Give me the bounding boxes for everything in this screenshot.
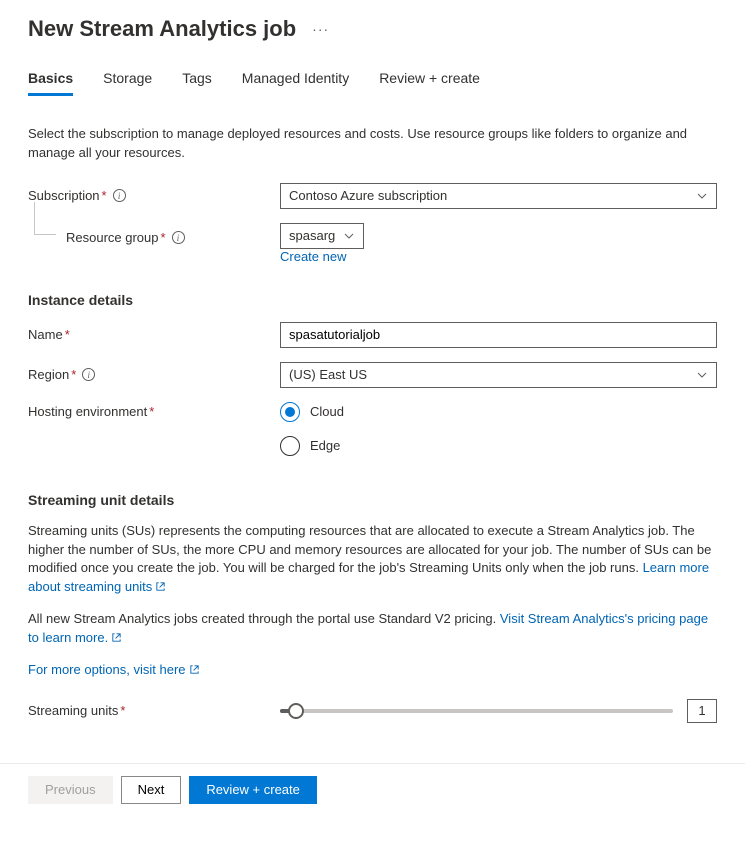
- wizard-tabs: Basics Storage Tags Managed Identity Rev…: [28, 64, 717, 97]
- required-asterisk: *: [65, 327, 70, 342]
- create-new-resource-group-link[interactable]: Create new: [280, 249, 346, 264]
- tab-managed-identity[interactable]: Managed Identity: [242, 64, 349, 96]
- hosting-row: Hosting environment * Cloud Edge: [28, 402, 717, 456]
- tab-review-create[interactable]: Review + create: [379, 64, 480, 96]
- slider-thumb[interactable]: [288, 703, 304, 719]
- radio-checked-icon: [280, 402, 300, 422]
- tab-basics[interactable]: Basics: [28, 64, 73, 96]
- info-icon[interactable]: i: [82, 368, 95, 381]
- more-actions-icon[interactable]: ···: [312, 21, 329, 37]
- region-value: (US) East US: [289, 367, 367, 382]
- name-input[interactable]: [280, 322, 717, 348]
- streaming-para2-text: All new Stream Analytics jobs created th…: [28, 611, 500, 626]
- name-row: Name *: [28, 322, 717, 348]
- more-options-row: For more options, visit here: [28, 661, 717, 681]
- streaming-units-row: Streaming units * 1: [28, 699, 717, 723]
- chevron-down-icon: [696, 190, 708, 202]
- external-link-icon: [189, 662, 200, 681]
- hosting-option-cloud[interactable]: Cloud: [280, 402, 717, 422]
- info-icon[interactable]: i: [172, 231, 185, 244]
- streaming-units-slider[interactable]: [280, 709, 673, 713]
- hosting-label: Hosting environment: [28, 404, 147, 419]
- required-asterisk: *: [120, 703, 125, 718]
- next-button[interactable]: Next: [121, 776, 182, 804]
- streaming-paragraph-2: All new Stream Analytics jobs created th…: [28, 610, 717, 649]
- resource-group-dropdown[interactable]: spasarg: [280, 223, 364, 249]
- resource-group-value: spasarg: [289, 228, 335, 243]
- tab-tags[interactable]: Tags: [182, 64, 212, 96]
- region-label: Region: [28, 367, 69, 382]
- previous-button: Previous: [28, 776, 113, 804]
- streaming-units-label: Streaming units: [28, 703, 118, 718]
- wizard-footer: Previous Next Review + create: [0, 763, 745, 816]
- chevron-down-icon: [696, 369, 708, 381]
- external-link-icon: [111, 630, 122, 649]
- instance-details-heading: Instance details: [28, 292, 717, 308]
- tab-storage[interactable]: Storage: [103, 64, 152, 96]
- streaming-units-value[interactable]: 1: [687, 699, 717, 723]
- hosting-option-edge[interactable]: Edge: [280, 436, 717, 456]
- review-create-button[interactable]: Review + create: [189, 776, 317, 804]
- region-row: Region * i (US) East US: [28, 362, 717, 388]
- required-asterisk: *: [102, 188, 107, 203]
- subscription-row: Subscription * i Contoso Azure subscript…: [28, 183, 717, 209]
- create-new-row: Create new: [28, 249, 717, 264]
- radio-unchecked-icon: [280, 436, 300, 456]
- more-options-link[interactable]: For more options, visit here: [28, 662, 200, 677]
- name-label: Name: [28, 327, 63, 342]
- tree-connector: [28, 202, 66, 242]
- info-icon[interactable]: i: [113, 189, 126, 202]
- chevron-down-icon: [343, 230, 355, 242]
- streaming-para1-text: Streaming units (SUs) represents the com…: [28, 523, 711, 576]
- required-asterisk: *: [161, 230, 166, 245]
- region-dropdown[interactable]: (US) East US: [280, 362, 717, 388]
- subscription-dropdown[interactable]: Contoso Azure subscription: [280, 183, 717, 209]
- required-asterisk: *: [149, 404, 154, 419]
- resource-group-row: Resource group * i spasarg: [28, 223, 717, 249]
- hosting-option-label: Edge: [310, 438, 340, 453]
- hosting-option-label: Cloud: [310, 404, 344, 419]
- page-header: New Stream Analytics job ···: [28, 16, 717, 42]
- external-link-icon: [155, 579, 166, 598]
- intro-text: Select the subscription to manage deploy…: [28, 125, 717, 163]
- streaming-details-heading: Streaming unit details: [28, 492, 717, 508]
- required-asterisk: *: [71, 367, 76, 382]
- streaming-paragraph-1: Streaming units (SUs) represents the com…: [28, 522, 717, 598]
- subscription-value: Contoso Azure subscription: [289, 188, 447, 203]
- page-title: New Stream Analytics job: [28, 16, 296, 42]
- resource-group-label: Resource group: [66, 230, 159, 245]
